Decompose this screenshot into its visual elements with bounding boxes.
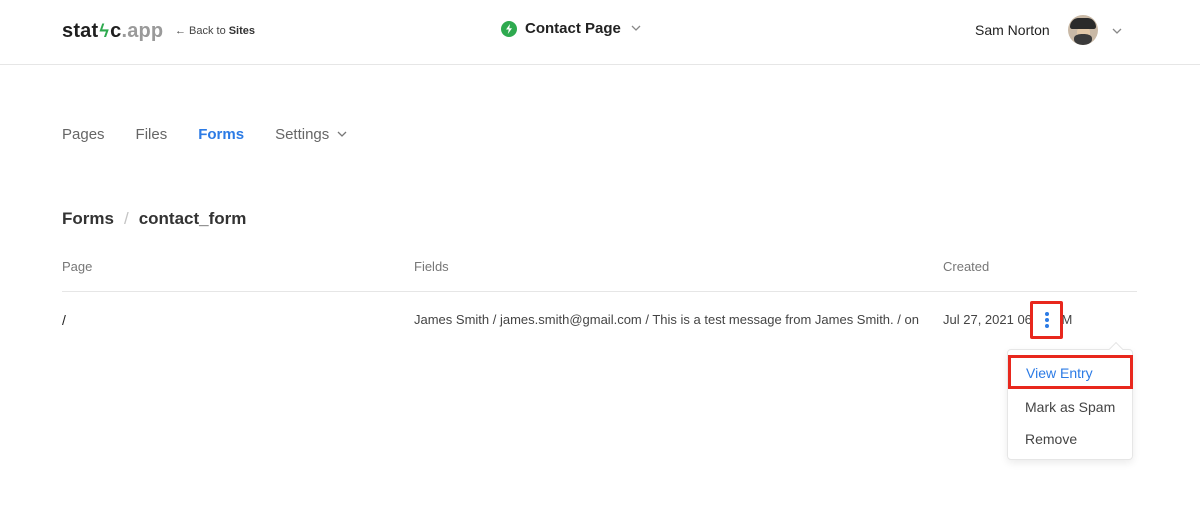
site-tabs: Pages Files Forms Settings xyxy=(62,126,347,143)
user-name: Sam Norton xyxy=(975,22,1050,38)
cell-fields: James Smith / james.smith@gmail.com / Th… xyxy=(414,312,919,327)
view-entry-menu-item[interactable]: View Entry xyxy=(1008,355,1133,389)
chevron-down-icon xyxy=(337,129,347,140)
breadcrumb-separator: / xyxy=(123,209,129,228)
user-menu[interactable]: Sam Norton xyxy=(975,15,1122,45)
back-arrow-icon: ← xyxy=(175,25,186,37)
vertical-dots-icon xyxy=(1044,312,1049,328)
back-link-text: Back to xyxy=(189,25,226,37)
chevron-down-icon xyxy=(631,23,641,34)
column-header-page: Page xyxy=(62,259,93,274)
static-app-logo[interactable]: stat ϟ c .app xyxy=(62,20,163,43)
form-entries-table: Page Fields Created / James Smith / jame… xyxy=(62,250,1137,348)
tab-label: Pages xyxy=(62,126,105,143)
tab-forms[interactable]: Forms xyxy=(198,126,244,143)
tab-files[interactable]: Files xyxy=(136,126,168,143)
logo-text-end: .app xyxy=(121,20,164,42)
top-header: stat ϟ c .app ← Back to Sites Contact Page … xyxy=(0,0,1200,65)
table-header: Page Fields Created xyxy=(62,250,1137,292)
mark-as-spam-menu-item[interactable]: Mark as Spam xyxy=(1025,399,1115,415)
back-to-sites-link[interactable]: ← Back to Sites xyxy=(175,25,255,37)
site-name: Contact Page xyxy=(525,20,621,37)
table-row[interactable]: / James Smith / james.smith@gmail.com / … xyxy=(62,292,1137,348)
tab-settings[interactable]: Settings xyxy=(275,126,347,143)
back-link-target: Sites xyxy=(228,25,255,37)
column-header-created: Created xyxy=(943,259,990,274)
tab-pages[interactable]: Pages xyxy=(62,126,105,143)
breadcrumb-current: contact_form xyxy=(138,209,247,228)
bolt-icon: ϟ xyxy=(99,21,110,41)
row-actions-menu: View Entry Mark as Spam Remove xyxy=(1007,341,1133,460)
logo-text-mid: c xyxy=(110,20,122,42)
remove-menu-item[interactable]: Remove xyxy=(1025,431,1077,447)
tab-label: Forms xyxy=(198,126,245,143)
row-actions-button[interactable] xyxy=(1030,301,1063,339)
tab-label: Settings xyxy=(275,126,330,143)
cell-page: / xyxy=(62,312,66,328)
site-switcher[interactable]: Contact Page xyxy=(501,20,641,37)
chevron-down-icon xyxy=(1112,21,1122,39)
breadcrumb-forms-link[interactable]: Forms xyxy=(62,209,114,229)
column-header-fields: Fields xyxy=(414,259,449,274)
breadcrumb: Forms / contact_form xyxy=(62,209,246,229)
logo-text-start: stat xyxy=(62,20,99,42)
tab-label: Files xyxy=(135,126,168,143)
avatar xyxy=(1067,15,1098,45)
lightning-circle-icon xyxy=(501,20,517,37)
